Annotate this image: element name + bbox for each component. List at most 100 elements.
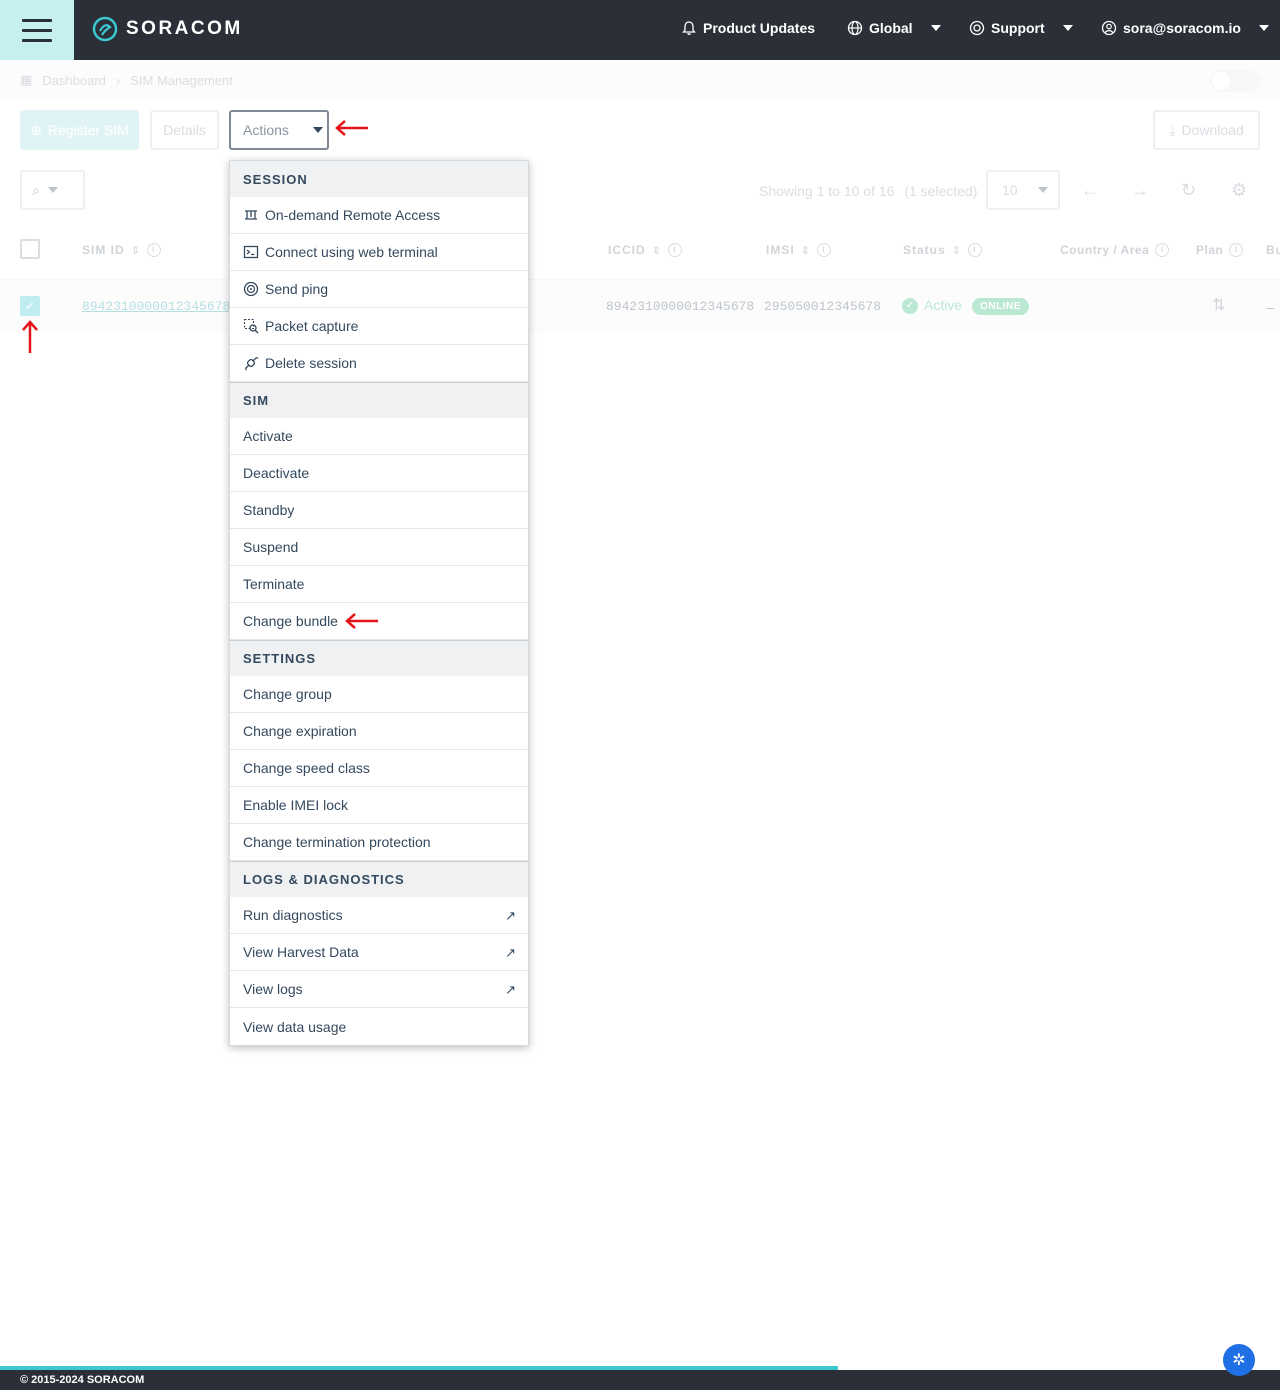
menu-item-change-bundle[interactable]: Change bundle xyxy=(230,603,528,640)
support-menu[interactable]: Support xyxy=(969,20,1073,36)
column-imsi[interactable]: IMSI ⇕ i xyxy=(766,243,831,257)
terminal-icon xyxy=(243,245,259,259)
menu-item-send-ping[interactable]: Send ping xyxy=(230,271,528,308)
copyright-text: © 2015-2024 SORACOM xyxy=(20,1374,145,1386)
showing-range: Showing 1 to 10 of 16 xyxy=(759,183,895,199)
menu-item-suspend[interactable]: Suspend xyxy=(230,529,528,566)
register-sim-button[interactable]: ⊕ Register SIM xyxy=(20,110,139,150)
menu-item-packet-capture[interactable]: Packet capture xyxy=(230,308,528,345)
column-iccid[interactable]: ICCID ⇕ i xyxy=(608,243,682,257)
menu-item-view-harvest-data[interactable]: View Harvest Data ↗ xyxy=(230,934,528,971)
menu-item-label: Change group xyxy=(243,686,332,702)
menu-item-web-terminal[interactable]: Connect using web terminal xyxy=(230,234,528,271)
region-selector[interactable]: Global xyxy=(847,20,941,36)
menu-item-activate[interactable]: Activate xyxy=(230,418,528,455)
unlink-icon xyxy=(245,357,259,371)
online-badge: ONLINE xyxy=(972,297,1029,315)
chevron-down-icon xyxy=(47,187,58,193)
menu-item-terminate[interactable]: Terminate xyxy=(230,566,528,603)
menu-item-view-data-usage[interactable]: View data usage xyxy=(230,1008,528,1045)
globe-icon xyxy=(847,20,863,36)
menu-item-delete-session[interactable]: Delete session xyxy=(230,345,528,382)
hamburger-line xyxy=(22,18,52,22)
previous-page-icon[interactable]: ← xyxy=(1081,180,1101,200)
actions-label: Actions xyxy=(243,122,289,138)
menu-item-label: View data usage xyxy=(243,1018,347,1035)
search-filter-button[interactable]: ⌕ xyxy=(20,170,85,210)
column-bundle[interactable]: Bu xyxy=(1266,243,1280,257)
info-icon[interactable]: i xyxy=(967,243,982,257)
menu-item-view-logs[interactable]: View logs ↗ xyxy=(230,971,528,1008)
menu-item-change-expiration[interactable]: Change expiration xyxy=(230,713,528,750)
actions-dropdown-button[interactable]: Actions xyxy=(229,110,329,150)
per-page-select[interactable]: 10 xyxy=(986,170,1060,210)
packet-capture-icon xyxy=(243,318,259,334)
lifebuoy-icon xyxy=(969,20,985,36)
row-checkbox[interactable]: ✓ xyxy=(20,296,40,316)
change-plan-icon[interactable]: ⇅ xyxy=(1212,295,1225,315)
sort-icon[interactable]: ⇕ xyxy=(652,244,662,257)
menu-item-change-group[interactable]: Change group xyxy=(230,676,528,713)
account-menu[interactable]: sora@soracom.io xyxy=(1101,20,1269,36)
region-label: Global xyxy=(869,20,913,36)
download-icon: ⤓ xyxy=(1169,121,1176,138)
info-icon[interactable]: i xyxy=(816,243,831,257)
chevron-down-icon xyxy=(1037,187,1048,193)
hamburger-line xyxy=(22,28,52,32)
column-label: IMSI xyxy=(766,243,795,257)
account-email: sora@soracom.io xyxy=(1123,20,1241,36)
menu-item-standby[interactable]: Standby xyxy=(230,492,528,529)
help-support-icon[interactable]: ✲ xyxy=(1223,1344,1255,1376)
breadcrumb-current: SIM Management xyxy=(130,72,233,88)
chevron-down-icon xyxy=(930,25,941,31)
settings-gear-icon[interactable]: ⚙ xyxy=(1231,180,1251,200)
info-icon[interactable]: i xyxy=(1155,243,1170,257)
soracom-logo-icon xyxy=(92,16,118,42)
menu-item-termination-protection[interactable]: Change termination protection xyxy=(230,824,528,861)
register-sim-label: Register SIM xyxy=(47,122,129,138)
pagination-info: Showing 1 to 10 of 16 (1 selected) xyxy=(759,183,977,199)
menu-item-label: Enable IMEI lock xyxy=(243,797,349,813)
brand-logo[interactable]: SORACOM xyxy=(92,16,243,42)
info-icon[interactable]: i xyxy=(667,243,682,257)
user-circle-icon xyxy=(1101,20,1117,36)
external-link-icon: ↗ xyxy=(505,945,516,960)
product-updates-link[interactable]: Product Updates xyxy=(681,20,815,36)
sim-id-link[interactable]: 8942310000012345678 xyxy=(82,299,230,314)
download-button[interactable]: ⤓ Download xyxy=(1153,110,1260,150)
column-plan[interactable]: Plan i xyxy=(1196,243,1244,257)
hamburger-menu-button[interactable] xyxy=(0,0,74,60)
column-label: SIM ID xyxy=(82,243,125,257)
menu-section-sim: SIM xyxy=(230,382,528,418)
select-all-checkbox[interactable] xyxy=(20,239,40,259)
dashboard-grid-icon: ▦ xyxy=(20,72,33,87)
details-button[interactable]: Details xyxy=(150,110,219,150)
theme-toggle[interactable] xyxy=(1210,70,1260,92)
menu-item-deactivate[interactable]: Deactivate xyxy=(230,455,528,492)
iccid-cell: 8942310000012345678 xyxy=(606,299,755,314)
refresh-icon[interactable]: ↻ xyxy=(1181,180,1201,200)
external-link-icon: ↗ xyxy=(505,908,516,923)
menu-item-run-diagnostics[interactable]: Run diagnostics ↗ xyxy=(230,897,528,934)
info-icon[interactable]: i xyxy=(1229,243,1244,257)
column-country[interactable]: Country / Area i xyxy=(1060,243,1170,257)
column-status[interactable]: Status ⇕ i xyxy=(903,243,982,257)
ping-radar-icon xyxy=(243,281,259,297)
table-row[interactable]: ✓ 8942310000012345678 894231000001234567… xyxy=(0,281,1280,333)
menu-item-change-speed-class[interactable]: Change speed class xyxy=(230,750,528,787)
menu-item-label: Terminate xyxy=(243,576,305,592)
column-sim-id[interactable]: SIM ID ⇕ i xyxy=(82,243,161,257)
sort-icon[interactable]: ⇕ xyxy=(952,244,962,257)
chevron-down-icon xyxy=(1258,25,1269,31)
menu-item-remote-access[interactable]: On-demand Remote Access xyxy=(230,197,528,234)
per-page-value: 10 xyxy=(1002,182,1018,198)
breadcrumb-dashboard[interactable]: Dashboard xyxy=(42,73,106,88)
next-page-icon[interactable]: → xyxy=(1131,180,1151,200)
menu-item-enable-imei-lock[interactable]: Enable IMEI lock xyxy=(230,787,528,824)
sort-icon[interactable]: ⇕ xyxy=(131,244,141,257)
details-label: Details xyxy=(163,122,206,138)
menu-item-label: Delete session xyxy=(265,355,357,371)
column-label: Status xyxy=(903,243,946,257)
info-icon[interactable]: i xyxy=(146,243,161,257)
sort-icon[interactable]: ⇕ xyxy=(801,244,811,257)
